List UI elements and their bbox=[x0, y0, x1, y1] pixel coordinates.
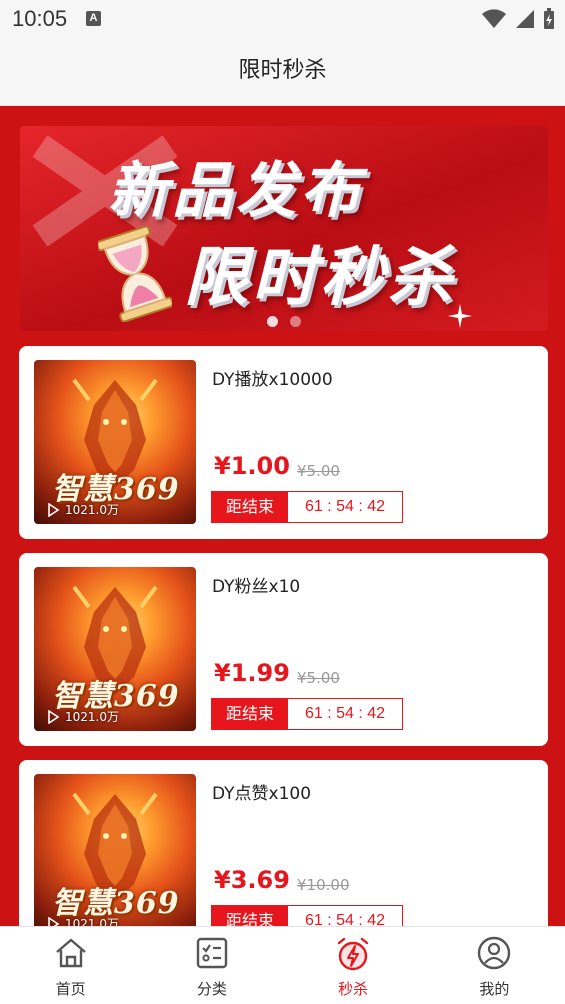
original-price: ¥5.00 bbox=[297, 462, 340, 480]
page-title: 限时秒杀 bbox=[238, 58, 327, 83]
countdown-timer: 距结束 61 : 54 : 42 bbox=[211, 905, 403, 926]
countdown-label: 距结束 bbox=[212, 906, 288, 926]
countdown-timer: 距结束 61 : 54 : 42 bbox=[211, 698, 403, 730]
countdown-timer: 距结束 61 : 54 : 42 bbox=[211, 491, 403, 523]
product-card[interactable]: 智慧369 1021.0万 DY播放x10000 ¥1.00 ¥5.00 距结束… bbox=[19, 346, 548, 539]
play-icon bbox=[48, 916, 60, 926]
countdown-time: 61 : 54 : 42 bbox=[304, 705, 386, 722]
battery-icon bbox=[544, 8, 554, 29]
banner-dot-1[interactable] bbox=[267, 316, 278, 327]
product-price: ¥1.99 bbox=[214, 659, 290, 687]
product-thumbnail: 智慧369 1021.0万 bbox=[34, 774, 196, 926]
tab-label: 分类 bbox=[196, 980, 227, 998]
alarm-flash-icon bbox=[337, 937, 369, 971]
product-thumbnail: 智慧369 1021.0万 bbox=[34, 360, 196, 524]
tab-category[interactable]: 分类 bbox=[141, 927, 282, 1004]
tab-home[interactable]: 首页 bbox=[0, 927, 141, 1004]
product-name: DY粉丝x10 bbox=[212, 577, 301, 597]
play-count-text: 1021.0万 bbox=[65, 917, 119, 926]
play-count-text: 1021.0万 bbox=[65, 503, 119, 517]
notification-a-icon: A bbox=[86, 11, 101, 26]
banner-pagination bbox=[20, 316, 548, 327]
signal-icon bbox=[516, 10, 534, 28]
banner-headline: 新品发布 bbox=[108, 156, 364, 226]
banner-subheadline: 限时秒杀 bbox=[184, 241, 456, 315]
tab-profile[interactable]: 我的 bbox=[424, 927, 565, 1004]
play-count: 1021.0万 bbox=[46, 708, 119, 725]
bottom-tab-bar: 首页 分类 秒杀 我的 bbox=[0, 926, 565, 1004]
play-count: 1021.0万 bbox=[46, 915, 119, 926]
banner-dot-2[interactable] bbox=[290, 316, 301, 327]
product-price: ¥1.00 bbox=[214, 452, 290, 480]
user-icon bbox=[478, 936, 511, 970]
product-card[interactable]: 智慧369 1021.0万 DY粉丝x10 ¥1.99 ¥5.00 距结束 61… bbox=[19, 553, 548, 746]
status-icons bbox=[481, 8, 555, 30]
countdown-label: 距结束 bbox=[212, 492, 288, 522]
home-icon bbox=[55, 938, 86, 968]
play-icon bbox=[48, 502, 60, 517]
content-area: 新品发布 限时秒杀 智慧369 1021.0万 DY播放x10000 ¥1.00… bbox=[0, 106, 565, 926]
play-icon bbox=[48, 709, 60, 724]
wifi-icon bbox=[482, 9, 506, 28]
original-price: ¥5.00 bbox=[297, 669, 340, 687]
original-price: ¥10.00 bbox=[297, 876, 350, 894]
tab-label: 秒杀 bbox=[338, 980, 369, 998]
play-count: 1021.0万 bbox=[46, 501, 119, 518]
tab-label: 首页 bbox=[55, 980, 86, 998]
product-card[interactable]: 智慧369 1021.0万 DY点赞x100 ¥3.69 ¥10.00 距结束 … bbox=[19, 760, 548, 926]
product-thumbnail: 智慧369 1021.0万 bbox=[34, 567, 196, 731]
product-name: DY点赞x100 bbox=[212, 784, 312, 804]
promo-banner[interactable]: 新品发布 限时秒杀 bbox=[20, 126, 548, 331]
countdown-time: 61 : 54 : 42 bbox=[304, 498, 386, 515]
countdown-time: 61 : 54 : 42 bbox=[304, 912, 386, 926]
play-count-text: 1021.0万 bbox=[65, 710, 119, 724]
checklist-icon bbox=[196, 937, 228, 969]
product-price: ¥3.69 bbox=[214, 866, 290, 894]
countdown-label: 距结束 bbox=[212, 699, 288, 729]
tab-label: 我的 bbox=[479, 980, 510, 998]
product-name: DY播放x10000 bbox=[212, 370, 333, 390]
page-header: 限时秒杀 bbox=[0, 38, 565, 106]
hourglass-icon bbox=[98, 226, 172, 322]
tab-flash-sale[interactable]: 秒杀 bbox=[283, 927, 424, 1004]
status-bar: 10:05 A bbox=[0, 0, 565, 38]
status-time: 10:05 bbox=[12, 6, 68, 31]
